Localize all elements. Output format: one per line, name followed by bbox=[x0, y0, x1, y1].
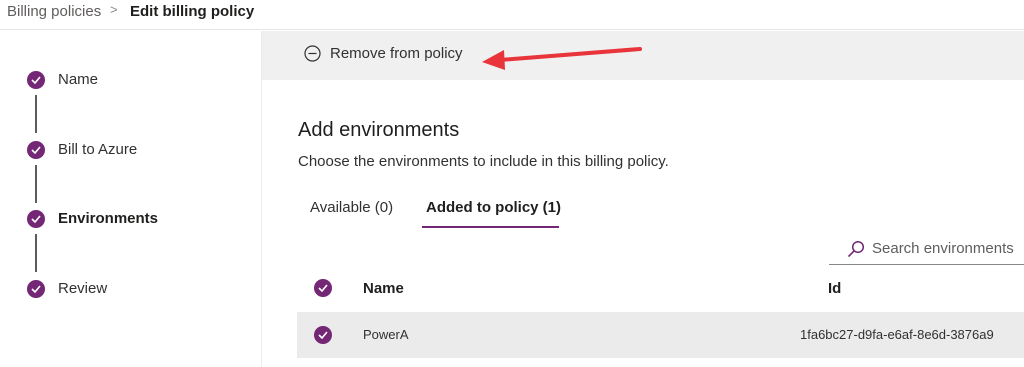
minus-circle-icon bbox=[304, 45, 321, 62]
breadcrumb-billing-policies[interactable]: Billing policies bbox=[7, 3, 101, 20]
check-icon bbox=[318, 284, 328, 292]
step-review[interactable]: Review bbox=[58, 280, 107, 297]
check-circle-icon bbox=[27, 71, 45, 89]
selected-tab-indicator bbox=[422, 226, 559, 228]
step-connector bbox=[35, 234, 37, 272]
check-icon bbox=[318, 331, 328, 339]
environment-id: 1fa6bc27-d9fa-e6af-8e6d-3876a9 bbox=[800, 327, 994, 342]
remove-from-policy-label: Remove from policy bbox=[330, 45, 463, 62]
step-bill-to-azure[interactable]: Bill to Azure bbox=[58, 141, 137, 158]
column-header-id[interactable]: Id bbox=[828, 280, 841, 297]
column-header-name[interactable]: Name bbox=[363, 280, 404, 297]
section-subtitle: Choose the environments to include in th… bbox=[298, 153, 669, 170]
row-checkbox[interactable] bbox=[314, 326, 332, 344]
check-circle-icon bbox=[27, 210, 45, 228]
select-all-checkbox[interactable] bbox=[314, 279, 332, 297]
check-circle-icon bbox=[27, 141, 45, 159]
step-connector bbox=[35, 95, 37, 133]
remove-from-policy-button[interactable]: Remove from policy bbox=[304, 45, 463, 62]
step-environments[interactable]: Environments bbox=[58, 210, 158, 227]
check-circle-icon bbox=[27, 280, 45, 298]
step-connector bbox=[35, 165, 37, 203]
step-name[interactable]: Name bbox=[58, 71, 98, 88]
tab-available[interactable]: Available (0) bbox=[310, 199, 393, 216]
tab-added-to-policy[interactable]: Added to policy (1) bbox=[426, 199, 561, 216]
breadcrumb: Billing policies > Edit billing policy bbox=[0, 0, 1024, 30]
annotation-arrow-icon bbox=[482, 47, 642, 70]
page-title: Edit billing policy bbox=[130, 3, 255, 20]
table-row[interactable]: PowerA 1fa6bc27-d9fa-e6af-8e6d-3876a9 bbox=[297, 312, 1024, 358]
search-input[interactable]: Search environments bbox=[829, 233, 1024, 265]
wizard-steps: Name Bill to Azure Environments Review bbox=[0, 31, 262, 367]
section-title: Add environments bbox=[298, 119, 460, 141]
search-icon bbox=[848, 240, 865, 257]
environment-name: PowerA bbox=[363, 327, 409, 342]
search-placeholder: Search environments bbox=[872, 240, 1014, 257]
breadcrumb-chevron-icon: > bbox=[110, 2, 118, 17]
